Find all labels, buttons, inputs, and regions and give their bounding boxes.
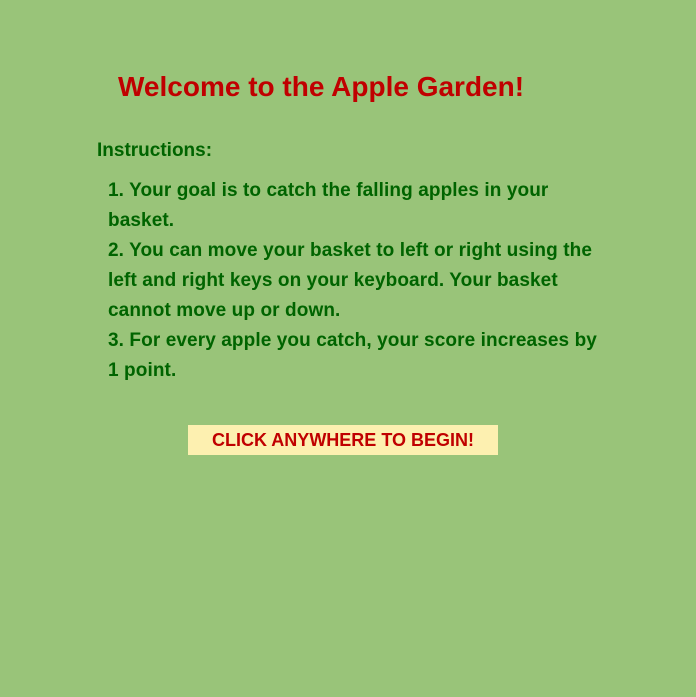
game-start-screen[interactable]: Welcome to the Apple Garden! Instruction… xyxy=(0,0,696,697)
instruction-item-3: 3. For every apple you catch, your score… xyxy=(108,330,597,381)
instruction-item-2: 2. You can move your basket to left or r… xyxy=(108,240,592,321)
begin-button[interactable]: CLICK ANYWHERE TO BEGIN! xyxy=(188,425,498,455)
instructions-heading: Instructions: xyxy=(97,140,213,161)
instruction-item-1: 1. Your goal is to catch the falling app… xyxy=(108,180,549,231)
instructions-list: 1. Your goal is to catch the falling app… xyxy=(108,176,598,386)
game-title: Welcome to the Apple Garden! xyxy=(118,71,525,102)
